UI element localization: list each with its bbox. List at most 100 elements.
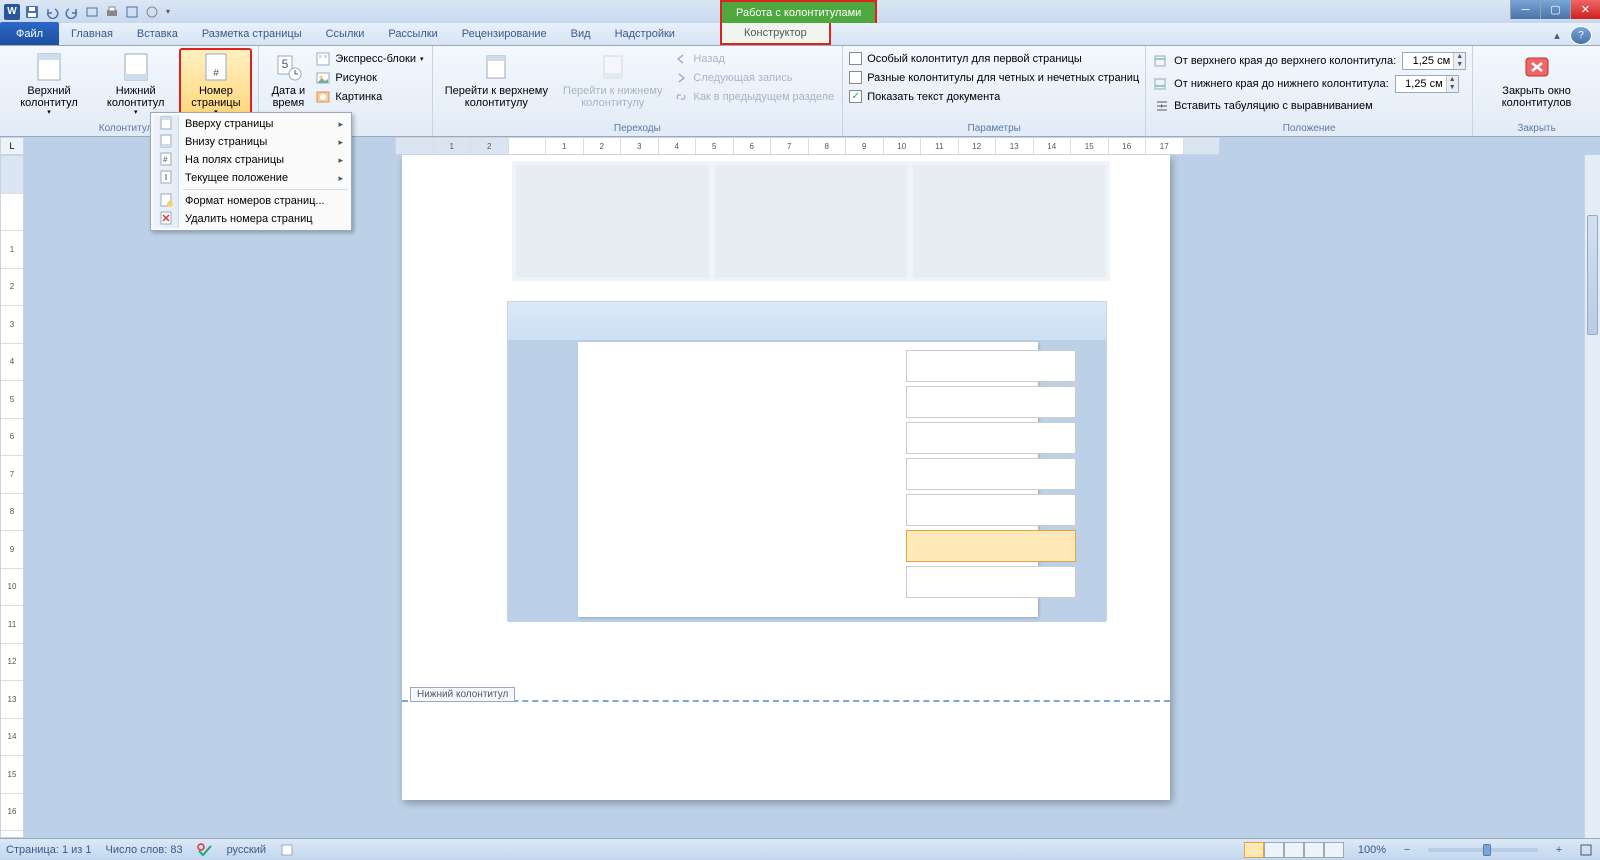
tab-addins[interactable]: Надстройки [603,23,687,45]
header-icon [33,51,65,83]
goto-footer-label: Перейти к нижнему колонтитулу [561,85,664,109]
view-print-layout[interactable] [1244,842,1264,858]
dd-current-position[interactable]: Текущее положение▸ [153,169,349,187]
submenu-arrow-icon: ▸ [338,119,343,130]
header-from-top-input[interactable] [1403,55,1453,67]
dd-page-margins[interactable]: #На полях страницы▸ [153,151,349,169]
prev-label: Назад [693,53,725,65]
tab-designer[interactable]: Конструктор [720,23,831,45]
group-navigation: Перейти к верхнему колонтитулу Перейти к… [433,46,844,136]
qat-icon-4[interactable] [84,4,100,20]
qat-customize-icon[interactable]: ▾ [164,4,172,20]
document-viewport[interactable]: Нижний колонтитул [24,155,1584,838]
status-word-count[interactable]: Число слов: 83 [106,844,183,856]
dd-top-label: Вверху страницы [185,118,273,130]
status-proofing-icon[interactable] [197,843,213,857]
vertical-scrollbar[interactable] [1584,155,1600,838]
spin-up-icon[interactable]: ▲ [1454,53,1465,61]
footer-button[interactable]: Нижний колонтитул▾ [94,48,177,120]
header-from-top-spinner[interactable]: ▲▼ [1402,52,1466,70]
quickparts-label: Экспресс-блоки [335,53,416,65]
page-number-button[interactable]: # Номер страницы▾ [179,48,252,120]
zoom-in-button[interactable]: + [1552,844,1566,856]
embedded-thumb [906,458,1076,490]
insert-alignment-tab-button[interactable]: Вставить табуляцию с выравниванием [1152,97,1466,115]
footer-from-bottom-input[interactable] [1396,78,1446,90]
ruler-corner[interactable]: L [0,137,24,155]
tab-view[interactable]: Вид [559,23,603,45]
datetime-button[interactable]: 5 Дата и время [265,48,311,112]
first-page-checkbox[interactable]: Особый колонтитул для первой страницы [849,51,1139,66]
view-outline[interactable] [1304,842,1324,858]
goto-header-icon [480,51,512,83]
show-doc-checkbox[interactable]: ✓Показать текст документа [849,89,1139,104]
dd-margins-label: На полях страницы [185,154,284,166]
status-page[interactable]: Страница: 1 из 1 [6,844,92,856]
group-options: Особый колонтитул для первой страницы Ра… [843,46,1146,136]
ribbon-minimize-icon[interactable]: ▴ [1548,26,1566,44]
tab-mailings[interactable]: Рассылки [376,23,449,45]
format-numbers-icon [159,193,175,209]
scrollbar-thumb[interactable] [1587,215,1598,335]
tab-page-layout[interactable]: Разметка страницы [190,23,314,45]
minimize-button[interactable]: ─ [1510,0,1540,19]
footer-from-bottom-spinner[interactable]: ▲▼ [1395,75,1459,93]
spin-up-icon[interactable]: ▲ [1447,76,1458,84]
view-full-reading[interactable] [1264,842,1284,858]
ruler-top-icon [1152,53,1168,69]
dd-bottom-of-page[interactable]: Внизу страницы▸ [153,133,349,151]
goto-header-button[interactable]: Перейти к верхнему колонтитулу [439,48,555,112]
tab-references[interactable]: Ссылки [314,23,377,45]
zoom-out-button[interactable]: − [1400,844,1414,856]
close-button[interactable]: ✕ [1570,0,1600,19]
zoom-slider[interactable] [1428,848,1538,852]
tab-file[interactable]: Файл [0,22,59,45]
header-from-top-row: От верхнего края до верхнего колонтитула… [1152,51,1466,71]
page-margins-icon: # [159,152,175,168]
dd-bottom-label: Внизу страницы [185,136,267,148]
odd-even-checkbox[interactable]: Разные колонтитулы для четных и нечетных… [849,70,1139,85]
zoom-level[interactable]: 100% [1358,844,1386,856]
print-preview-icon[interactable] [104,4,120,20]
header-button-label: Верхний колонтитул [11,85,87,109]
save-icon[interactable] [24,4,40,20]
clipart-button[interactable]: Картинка [313,88,425,106]
tab-insert[interactable]: Вставка [125,23,190,45]
qat-icon-7[interactable] [144,4,160,20]
undo-icon[interactable] [44,4,60,20]
picture-button[interactable]: Рисунок [313,69,425,87]
clipart-label: Картинка [335,91,382,103]
help-icon[interactable]: ? [1570,26,1592,45]
redo-icon[interactable] [64,4,80,20]
dd-top-of-page[interactable]: Вверху страницы ▸ [153,115,349,133]
view-web-layout[interactable] [1284,842,1304,858]
spin-down-icon[interactable]: ▼ [1447,84,1458,92]
fullscreen-icon[interactable] [1580,844,1594,856]
dropdown-separator [183,189,347,190]
dd-format-numbers[interactable]: Формат номеров страниц... [153,192,349,210]
prev-section-button: Назад [671,50,836,68]
picture-label: Рисунок [335,72,377,84]
tab-review[interactable]: Рецензирование [450,23,559,45]
embedded-thumb [906,494,1076,526]
maximize-button[interactable]: ▢ [1540,0,1570,19]
link-previous-button: Как в предыдущем разделе [671,88,836,106]
tab-home[interactable]: Главная [59,23,125,45]
status-macro-icon[interactable] [280,843,294,857]
current-pos-icon [159,170,175,186]
goto-header-label: Перейти к верхнему колонтитулу [444,85,550,109]
spin-down-icon[interactable]: ▼ [1454,61,1465,69]
quickparts-button[interactable]: Экспресс-блоки▾ [313,50,425,68]
qat-icon-6[interactable] [124,4,140,20]
show-doc-label: Показать текст документа [867,91,1000,103]
datetime-button-label: Дата и время [270,85,306,109]
dd-current-label: Текущее положение [185,172,288,184]
vertical-ruler[interactable]: 123456789101112131415161718 [0,155,24,838]
header-button[interactable]: Верхний колонтитул▾ [6,48,92,120]
close-header-footer-button[interactable]: Закрыть окно колонтитулов [1479,48,1594,112]
status-language[interactable]: русский [227,844,266,856]
view-draft[interactable] [1324,842,1344,858]
dd-remove-numbers[interactable]: Удалить номера страниц [153,210,349,228]
zoom-slider-knob[interactable] [1483,844,1491,856]
horizontal-ruler[interactable]: 121234567891011121314151617 [395,137,1220,155]
